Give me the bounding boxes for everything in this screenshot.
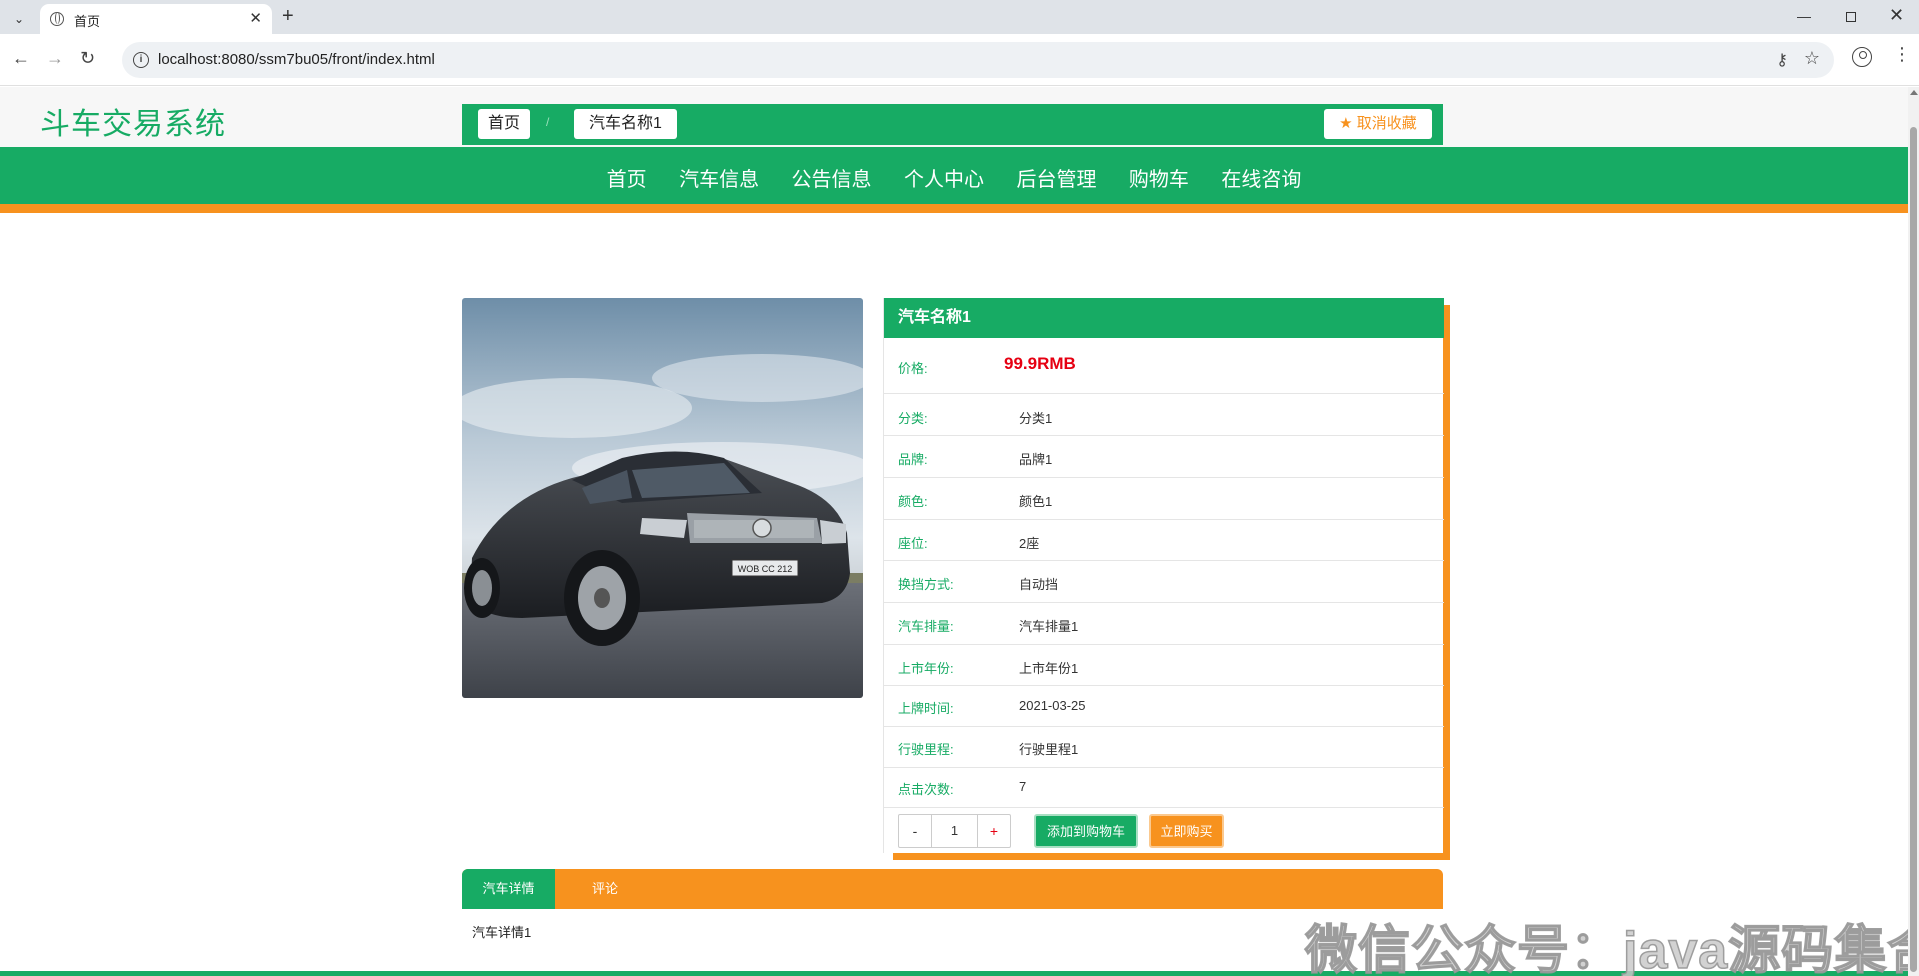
globe-icon: [50, 12, 64, 26]
site-title: 斗车交易系统: [40, 108, 226, 141]
attr-row: 上市年份: 上市年份1: [884, 645, 1444, 686]
attr-value: 汽车排量1: [1019, 619, 1079, 634]
attr-value: 2021-03-25: [1019, 698, 1086, 713]
browser-window: { "browser": { "tab_title": "首页", "url":…: [0, 0, 1919, 976]
nav-cart[interactable]: 购物车: [1129, 147, 1189, 213]
attr-label: 行驶里程:: [898, 742, 954, 757]
attr-label: 上市年份:: [898, 661, 954, 676]
buy-now-button[interactable]: 立即购买: [1149, 814, 1224, 848]
more-menu-icon[interactable]: ⋮: [1893, 45, 1911, 63]
attr-label: 颜色:: [898, 494, 928, 509]
browser-tab[interactable]: 首页 ✕: [40, 4, 272, 34]
tab-comments[interactable]: 评论: [555, 869, 655, 909]
tab-content-text: 汽车详情1: [472, 925, 532, 940]
address-toolbar: ← → ↻ i localhost:8080/ssm7bu05/front/in…: [0, 34, 1919, 86]
product-name: 汽车名称1: [884, 298, 1444, 338]
bookmark-star-icon[interactable]: ☆: [1804, 48, 1820, 69]
attr-label: 汽车排量:: [898, 619, 954, 634]
attr-value: 品牌1: [1019, 452, 1053, 467]
attr-row: 分类: 分类1: [884, 395, 1444, 436]
address-bar[interactable]: i localhost:8080/ssm7bu05/front/index.ht…: [122, 42, 1834, 78]
scroll-up-icon[interactable]: [1910, 90, 1918, 95]
close-tab-icon[interactable]: ✕: [249, 9, 262, 27]
nav-announcements[interactable]: 公告信息: [792, 147, 872, 213]
nav-personal-center[interactable]: 个人中心: [904, 147, 984, 213]
panel-accent-bottom: [893, 853, 1450, 860]
breadcrumb-home[interactable]: 首页: [478, 109, 530, 139]
back-icon[interactable]: ←: [12, 48, 30, 69]
attr-row: 行驶里程: 行驶里程1: [884, 727, 1444, 768]
tab-title: 首页: [74, 14, 101, 29]
attr-row: 点击次数: 7: [884, 768, 1444, 808]
nav-car-info[interactable]: 汽车信息: [679, 147, 759, 213]
unfavorite-label: 取消收藏: [1356, 115, 1417, 132]
attr-label: 品牌:: [898, 452, 928, 467]
attr-label: 上牌时间:: [898, 701, 954, 716]
detail-tabs: 汽车详情 评论: [462, 869, 1443, 909]
attr-label: 换挡方式:: [898, 577, 954, 592]
attr-row: 换挡方式: 自动挡: [884, 561, 1444, 603]
price-row: 价格: 99.9RMB: [884, 338, 1444, 394]
panel-accent-right: [1443, 305, 1450, 860]
nav-admin[interactable]: 后台管理: [1016, 147, 1096, 213]
price-label: 价格:: [898, 361, 928, 376]
close-window-icon[interactable]: ✕: [1889, 5, 1904, 26]
breadcrumb-current[interactable]: 汽车名称1: [574, 109, 677, 139]
attr-label: 座位:: [898, 536, 928, 551]
unfavorite-button[interactable]: ★ 取消收藏: [1324, 109, 1432, 139]
attr-value: 7: [1019, 779, 1027, 794]
car-photo: WOB CC 212: [462, 298, 863, 698]
attr-row: 上牌时间: 2021-03-25: [884, 686, 1444, 727]
attr-label: 点击次数:: [898, 782, 954, 797]
quantity-stepper: - 1 +: [898, 814, 1011, 848]
star-icon: ★: [1339, 115, 1353, 132]
attr-row: 汽车排量: 汽车排量1: [884, 603, 1444, 645]
attr-label: 分类:: [898, 411, 928, 426]
attr-value: 行驶里程1: [1019, 742, 1079, 757]
breadcrumb: 首页 / 汽车名称1 ★ 取消收藏: [462, 104, 1443, 145]
minimize-icon[interactable]: —: [1797, 8, 1811, 24]
nav-home[interactable]: 首页: [607, 147, 647, 213]
password-key-icon[interactable]: ⚷: [1776, 50, 1788, 70]
restore-icon[interactable]: [1846, 12, 1856, 22]
price-value: 99.9RMB: [1004, 354, 1076, 373]
browser-tab-strip: ⌄ 首页 ✕ + — ✕: [0, 0, 1919, 34]
attr-row: 座位: 2座: [884, 520, 1444, 561]
attr-value: 上市年份1: [1019, 661, 1079, 676]
reload-icon[interactable]: ↻: [80, 48, 95, 69]
quantity-input[interactable]: 1: [932, 815, 977, 847]
page-scrollbar[interactable]: [1908, 87, 1919, 976]
forward-icon[interactable]: →: [46, 48, 64, 69]
quantity-decrease-button[interactable]: -: [899, 815, 932, 847]
attr-value: 2座: [1019, 536, 1040, 551]
attr-value: 自动挡: [1019, 577, 1059, 592]
url-text[interactable]: localhost:8080/ssm7bu05/front/index.html: [158, 51, 435, 68]
tab-car-details[interactable]: 汽车详情: [462, 869, 555, 909]
main-navbar: 首页 汽车信息 公告信息 个人中心 后台管理 购物车 在线咨询: [0, 147, 1908, 213]
breadcrumb-separator: /: [546, 115, 550, 129]
car-image: WOB CC 212: [462, 298, 863, 698]
new-tab-button[interactable]: +: [282, 5, 294, 28]
attr-value: 颜色1: [1019, 494, 1053, 509]
watermark-text: 微信公众号：java源码集合: [1304, 921, 1919, 976]
profile-icon[interactable]: [1852, 47, 1872, 67]
product-detail-box: 汽车名称1 价格: 99.9RMB 分类: 分类1 品牌: 品牌1 颜色: 颜色…: [883, 298, 1444, 853]
scroll-thumb[interactable]: [1910, 127, 1917, 972]
nav-consult[interactable]: 在线咨询: [1221, 147, 1301, 213]
attr-row: 品牌: 品牌1: [884, 436, 1444, 478]
product-detail-panel: 汽车名称1 价格: 99.9RMB 分类: 分类1 品牌: 品牌1 颜色: 颜色…: [883, 298, 1450, 860]
quantity-increase-button[interactable]: +: [977, 815, 1010, 847]
tab-search-icon[interactable]: ⌄: [8, 8, 30, 30]
site-info-icon[interactable]: i: [133, 52, 149, 68]
license-plate-text: WOB CC 212: [738, 564, 793, 574]
attr-row: 颜色: 颜色1: [884, 478, 1444, 520]
attr-value: 分类1: [1019, 411, 1053, 426]
add-to-cart-button[interactable]: 添加到购物车: [1034, 814, 1138, 848]
